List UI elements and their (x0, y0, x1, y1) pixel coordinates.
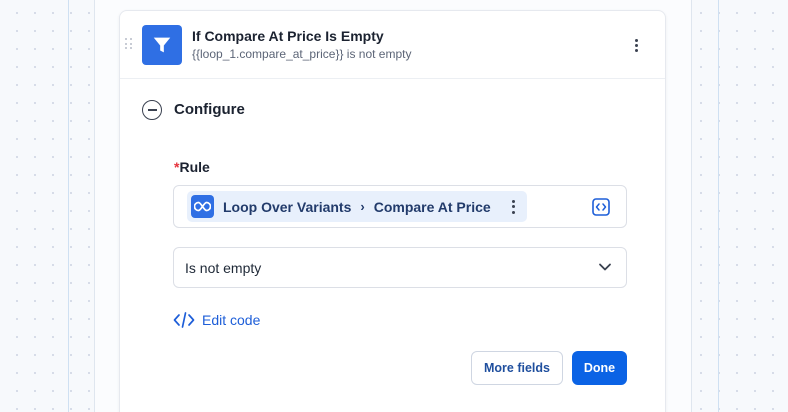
edit-code-label: Edit code (202, 312, 261, 328)
condition-select[interactable]: Is not empty (173, 247, 627, 288)
rule-input[interactable]: Loop Over Variants › Compare At Price (173, 185, 627, 228)
collapse-icon[interactable] (142, 100, 162, 120)
drag-handle-icon[interactable] (125, 38, 133, 50)
done-button[interactable]: Done (572, 351, 627, 385)
condition-value: Is not empty (185, 260, 262, 276)
step-subtitle: {{loop_1.compare_at_price}} is not empty (192, 47, 412, 61)
variable-pill[interactable]: Loop Over Variants › Compare At Price (187, 191, 527, 222)
step-title: If Compare At Price Is Empty (192, 28, 384, 44)
loop-icon (191, 195, 214, 218)
rule-label-text: Rule (179, 159, 210, 175)
pill-field: Compare At Price (373, 198, 491, 215)
more-fields-button[interactable]: More fields (471, 351, 563, 385)
pill-menu-icon[interactable] (508, 197, 518, 217)
canvas-guide-left (68, 0, 69, 412)
step-menu-icon[interactable] (626, 35, 646, 55)
edit-code-link[interactable]: Edit code (173, 309, 260, 331)
canvas-guide-right (718, 0, 719, 412)
chevron-down-icon (599, 263, 611, 271)
filter-icon (142, 25, 182, 65)
code-icon (173, 312, 195, 328)
rule-label: *Rule (174, 159, 210, 175)
chevron-right-icon: › (360, 199, 365, 214)
pill-source: Loop Over Variants (223, 198, 352, 215)
header-divider (120, 78, 665, 79)
code-toggle-icon[interactable] (591, 197, 611, 217)
step-card: If Compare At Price Is Empty {{loop_1.co… (119, 10, 666, 412)
section-title: Configure (174, 101, 245, 118)
